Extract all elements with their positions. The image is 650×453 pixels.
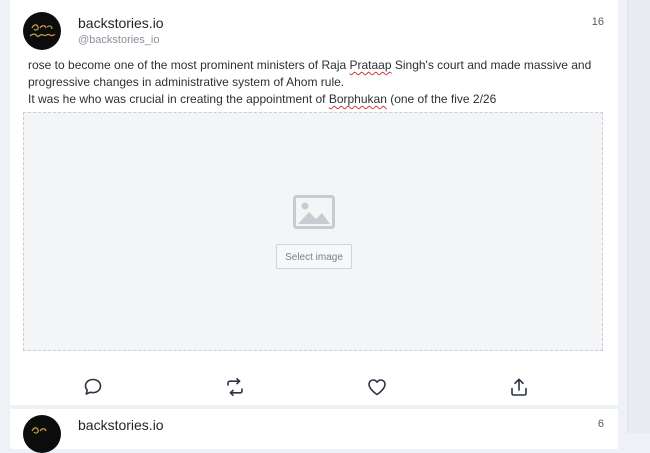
retweet-button[interactable] [224, 376, 246, 398]
account-handle: @backstories_io [78, 34, 160, 46]
account-name[interactable]: backstories.io [78, 15, 164, 31]
post-card: backstories.io 6 [10, 409, 618, 453]
scrollbar-track[interactable] [627, 0, 650, 433]
comment-icon [84, 378, 102, 395]
text-segment: It was he who was crucial in creating th… [28, 92, 329, 106]
post-actions [10, 372, 618, 400]
reply-button[interactable] [82, 376, 104, 398]
share-button[interactable] [508, 376, 530, 398]
account-name[interactable]: backstories.io [78, 417, 164, 433]
text-segment: (one of the five 2/26 [386, 92, 497, 106]
backstories-logo [31, 427, 47, 434]
post-text-line: It was he who was crucial in creating th… [28, 91, 608, 108]
image-placeholder-icon [293, 195, 335, 229]
misspelled-word: Borphukan [328, 92, 387, 106]
avatar[interactable] [23, 415, 61, 453]
text-segment: rose to become one of the most prominent… [28, 58, 350, 72]
post-text: rose to become one of the most prominent… [28, 57, 608, 108]
misspelled-word: Prataap [349, 58, 392, 72]
select-image-button[interactable]: Select image [276, 244, 352, 269]
retweet-icon [227, 378, 243, 396]
post-card: backstories.io @backstories_io 16 rose t… [10, 0, 618, 405]
post-text-line: progressive changes in administrative sy… [28, 75, 345, 89]
heart-icon [368, 379, 386, 396]
post-text-line: rose to become one of the most prominent… [28, 57, 608, 74]
text-segment: Singh's court and made massive and [391, 58, 592, 72]
post-count: 6 [597, 418, 604, 430]
image-dropzone[interactable]: Select image [23, 112, 603, 351]
post-count: 16 [591, 16, 604, 28]
avatar[interactable] [23, 12, 61, 50]
share-icon [511, 378, 527, 396]
like-button[interactable] [366, 376, 388, 398]
backstories-logo [29, 24, 56, 38]
